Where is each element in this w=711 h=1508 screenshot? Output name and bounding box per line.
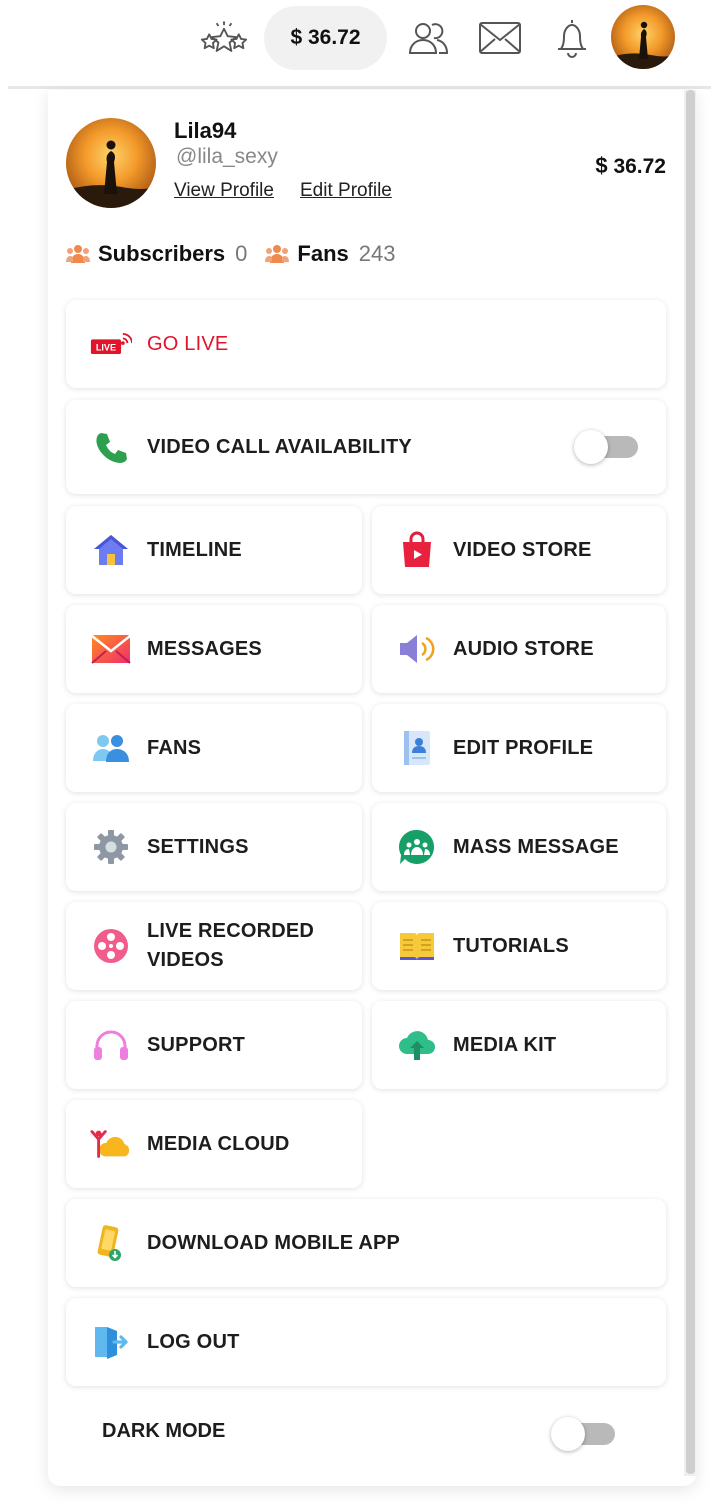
phone-icon: [90, 426, 132, 468]
scrollbar[interactable]: [684, 90, 696, 1476]
audio-store-button[interactable]: AUDIO STORE: [372, 605, 666, 693]
media-cloud-icon: [90, 1123, 132, 1165]
messages-button[interactable]: MESSAGES: [66, 605, 362, 693]
fans-button[interactable]: FANS: [66, 704, 362, 792]
support-label: SUPPORT: [147, 1033, 246, 1056]
profile-card-icon: [396, 727, 438, 769]
balance-text: $ 36.72: [290, 26, 361, 49]
log-out-button[interactable]: LOG OUT: [66, 1298, 666, 1386]
media-cloud-button[interactable]: MEDIA CLOUD: [66, 1100, 362, 1188]
gear-icon: [90, 826, 132, 868]
go-live-label: GO LIVE: [147, 332, 229, 355]
mass-message-button[interactable]: MASS MESSAGE: [372, 803, 666, 891]
subscribers-label: Subscribers: [98, 241, 226, 266]
mail-icon[interactable]: [476, 16, 524, 60]
balance-amount: 36.72: [613, 155, 666, 178]
edit-profile-link[interactable]: Edit Profile: [300, 180, 392, 202]
bell-icon[interactable]: [548, 16, 596, 60]
profile-balance: $ 36.72: [595, 153, 666, 179]
fans-menu-icon: [90, 727, 132, 769]
view-profile-link[interactable]: View Profile: [174, 180, 274, 202]
speaker-icon: [396, 628, 438, 670]
fans-count: 243: [358, 241, 396, 266]
media-kit-button[interactable]: MEDIA KIT: [372, 1001, 666, 1089]
mass-message-label: MASS MESSAGE: [453, 835, 619, 858]
mass-message-icon: [396, 826, 438, 868]
video-call-toggle-knob: [574, 430, 608, 464]
film-reel-icon: [90, 925, 132, 967]
live-recorded-line-1: LIVE RECORDED: [147, 920, 315, 942]
timeline-button[interactable]: TIMELINE: [66, 506, 362, 594]
stars-icon[interactable]: [200, 16, 248, 60]
tutorials-label: TUTORIALS: [453, 934, 569, 957]
tutorials-button[interactable]: TUTORIALS: [372, 902, 666, 990]
home-icon: [90, 529, 132, 571]
headphones-icon: [90, 1024, 132, 1066]
envelope-icon: [90, 628, 132, 670]
dark-mode-toggle[interactable]: [551, 1417, 617, 1451]
audio-store-label: AUDIO STORE: [453, 637, 594, 660]
media-kit-label: MEDIA KIT: [453, 1033, 557, 1056]
messages-label: MESSAGES: [147, 637, 262, 660]
dark-mode-label: DARK MODE: [102, 1420, 226, 1442]
log-out-label: LOG OUT: [147, 1330, 240, 1353]
fans-menu-label: FANS: [147, 736, 202, 759]
edit-profile-button[interactable]: EDIT PROFILE: [372, 704, 666, 792]
top-avatar[interactable]: [611, 5, 675, 69]
video-store-label: VIDEO STORE: [453, 538, 592, 561]
video-call-availability-row: VIDEO CALL AVAILABILITY: [66, 400, 666, 494]
settings-button[interactable]: SETTINGS: [66, 803, 362, 891]
video-store-icon: [396, 529, 438, 571]
dark-mode-toggle-knob: [551, 1417, 585, 1451]
profile-username: Lila94: [174, 118, 237, 143]
svg-text:LIVE: LIVE: [96, 342, 116, 352]
live-recorded-videos-label: LIVE RECORDED VIDEOS: [147, 917, 314, 975]
media-cloud-label: MEDIA CLOUD: [147, 1132, 290, 1155]
top-bar: $ 36.72: [0, 0, 711, 86]
profile-handle: @lila_sexy: [176, 145, 278, 168]
download-mobile-app-button[interactable]: DOWNLOAD MOBILE APP: [66, 1199, 666, 1287]
fans-label: Fans: [297, 241, 349, 266]
profile-avatar[interactable]: [66, 118, 156, 208]
mobile-download-icon: [90, 1222, 132, 1264]
go-live-button[interactable]: LIVE GO LIVE: [66, 300, 666, 388]
download-app-label: DOWNLOAD MOBILE APP: [147, 1231, 401, 1254]
profile-stats: Subscribers 0 Fans 243: [66, 238, 414, 270]
book-icon: [396, 925, 438, 967]
support-button[interactable]: SUPPORT: [66, 1001, 362, 1089]
live-recorded-line-2: VIDEOS: [147, 949, 224, 971]
live-recorded-videos-button[interactable]: LIVE RECORDED VIDEOS: [66, 902, 362, 990]
video-call-toggle[interactable]: [574, 430, 640, 464]
subscribers-count: 0: [235, 241, 248, 266]
edit-profile-label: EDIT PROFILE: [453, 736, 594, 759]
video-call-label: VIDEO CALL AVAILABILITY: [147, 435, 412, 458]
balance-pill[interactable]: $ 36.72: [264, 6, 387, 70]
scrollbar-thumb[interactable]: [686, 90, 695, 1474]
topbar-divider: [8, 86, 711, 89]
live-icon: LIVE: [90, 323, 132, 365]
cloud-upload-icon: [396, 1024, 438, 1066]
video-store-button[interactable]: VIDEO STORE: [372, 506, 666, 594]
logout-icon: [90, 1321, 132, 1363]
settings-label: SETTINGS: [147, 835, 249, 858]
currency-symbol: $: [595, 153, 608, 178]
subscribers-icon: [66, 245, 90, 263]
fans-icon: [265, 245, 290, 263]
timeline-label: TIMELINE: [147, 538, 242, 561]
users-icon[interactable]: [404, 16, 452, 60]
